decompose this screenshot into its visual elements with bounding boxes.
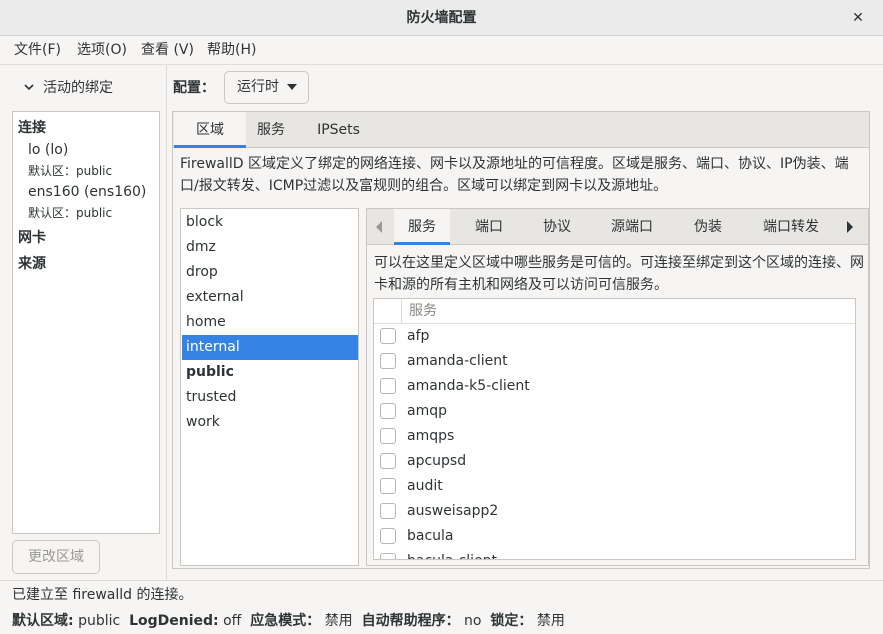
header-divider [401, 299, 402, 323]
service-column-header[interactable]: 服务 [409, 299, 437, 324]
tab-scroll-left-icon[interactable] [375, 221, 383, 233]
close-icon[interactable]: ✕ [846, 6, 870, 30]
tab-ipsets[interactable]: IPSets [306, 112, 371, 148]
tree-item-lo[interactable]: lo (lo) [28, 142, 68, 158]
default-zone-label: 默认区域: [12, 613, 74, 629]
zone-tab-port-forward[interactable]: 端口转发 [751, 209, 831, 245]
service-checkbox[interactable] [380, 453, 396, 469]
auto-helper-label: 自动帮助程序： [361, 613, 460, 629]
panic-mode-label: 应急模式： [250, 613, 321, 629]
tab-scroll-right-icon[interactable] [846, 221, 854, 233]
table-row: amqps [374, 424, 855, 449]
bindings-tree: 连接 lo (lo) 默认区：public ens160 (ens160) 默认… [12, 111, 160, 534]
service-name: amqp [407, 403, 447, 419]
tree-item-ens160-zone: 默认区：public [28, 206, 113, 220]
zone-item-work[interactable]: work [182, 410, 358, 435]
service-checkbox[interactable] [380, 503, 396, 519]
dropdown-arrow-icon [287, 84, 297, 90]
table-row: apcupsd [374, 449, 855, 474]
lockdown-label: 锁定： [490, 613, 533, 629]
service-name: amanda-client [407, 353, 508, 369]
services-table: 服务 afp amanda-client amanda-k5-client am… [373, 298, 856, 560]
zone-description: FirewallD 区域定义了绑定的网络连接、网卡以及源地址的可信程度。区域是服… [180, 156, 849, 194]
tab-services[interactable]: 服务 [246, 112, 296, 148]
change-zone-button[interactable]: 更改区域 [12, 540, 100, 574]
status-separator [0, 580, 883, 581]
service-checkbox[interactable] [380, 528, 396, 544]
service-name: amanda-k5-client [407, 378, 530, 394]
service-description: 可以在这里定义区域中哪些服务是可信的。可连接至绑定到这个区域的连接、网卡和源的所… [374, 255, 864, 293]
tree-connections-heading: 连接 [18, 120, 46, 136]
window-title: 防火墙配置 [406, 10, 477, 26]
zone-item-internal[interactable]: internal [182, 335, 358, 360]
chevron-down-icon [24, 84, 34, 91]
zone-tab-source-ports[interactable]: 源端口 [597, 209, 667, 245]
zone-item-trusted[interactable]: trusted [182, 385, 358, 410]
table-row: bacula [374, 524, 855, 549]
active-bindings-label: 活动的绑定 [43, 80, 113, 96]
config-dropdown[interactable]: 运行时 [224, 71, 309, 104]
pane-divider[interactable] [166, 65, 167, 580]
service-name: apcupsd [407, 453, 467, 469]
zone-item-dmz[interactable]: dmz [182, 235, 358, 260]
service-checkbox[interactable] [380, 403, 396, 419]
menu-view[interactable]: 查看 (V) [141, 36, 194, 65]
status-summary: 默认区域: public LogDenied: off 应急模式： 禁用 自动帮… [12, 610, 565, 632]
panic-mode-value: 禁用 [324, 613, 353, 629]
connection-status: 已建立至 firewalld 的连接。 [12, 587, 193, 603]
zone-item-block[interactable]: block [182, 210, 358, 235]
menu-help[interactable]: 帮助(H) [207, 36, 256, 65]
table-row: amqp [374, 399, 855, 424]
service-name: ausweisapp2 [407, 503, 499, 519]
service-name: audit [407, 478, 443, 494]
zone-item-drop[interactable]: drop [182, 260, 358, 285]
tree-sources-heading: 来源 [18, 256, 46, 272]
tree-item-ens160[interactable]: ens160 (ens160) [28, 184, 146, 200]
zone-list: block dmz drop external home internal pu… [180, 208, 359, 566]
active-bindings-header[interactable]: 活动的绑定 [12, 72, 162, 104]
zone-item-home[interactable]: home [182, 310, 358, 335]
table-row: amanda-k5-client [374, 374, 855, 399]
service-checkbox[interactable] [380, 328, 396, 344]
table-row: bacula-client [374, 549, 855, 559]
service-name: amqps [407, 428, 455, 444]
services-table-header: 服务 [374, 299, 855, 324]
menu-file[interactable]: 文件(F) [14, 36, 61, 65]
service-name: bacula [407, 528, 454, 544]
service-checkbox[interactable] [380, 553, 396, 559]
logdenied-label: LogDenied: [129, 613, 219, 629]
service-name: afp [407, 328, 430, 344]
zone-tab-services[interactable]: 服务 [394, 209, 450, 245]
tab-zones[interactable]: 区域 [174, 112, 246, 148]
tree-interfaces-heading: 网卡 [18, 230, 46, 246]
lockdown-value: 禁用 [536, 613, 565, 629]
service-checkbox[interactable] [380, 478, 396, 494]
zone-settings-tab-bar: 服务 端口 协议 源端口 伪装 端口转发 [367, 209, 868, 245]
service-checkbox[interactable] [380, 378, 396, 394]
config-label: 配置： [173, 80, 215, 96]
service-checkbox[interactable] [380, 353, 396, 369]
menu-options[interactable]: 选项(O) [77, 36, 127, 65]
zone-item-public[interactable]: public [182, 360, 358, 385]
zone-tab-masquerade[interactable]: 伪装 [680, 209, 736, 245]
table-row: amanda-client [374, 349, 855, 374]
service-name: bacula-client [407, 549, 497, 559]
logdenied-value: off [223, 613, 242, 629]
table-row: audit [374, 474, 855, 499]
zone-tab-ports[interactable]: 端口 [461, 209, 517, 245]
menu-bar: 文件(F) 选项(O) 查看 (V) 帮助(H) [0, 36, 883, 65]
tree-item-lo-zone: 默认区：public [28, 164, 113, 178]
main-tab-bar: 区域 服务 IPSets [173, 112, 869, 148]
zone-tab-protocols[interactable]: 协议 [529, 209, 585, 245]
default-zone-value: public [78, 613, 121, 629]
table-row: ausweisapp2 [374, 499, 855, 524]
table-row: afp [374, 324, 855, 349]
zone-item-external[interactable]: external [182, 285, 358, 310]
config-dropdown-value: 运行时 [237, 79, 279, 95]
auto-helper-value: no [464, 613, 482, 629]
service-checkbox[interactable] [380, 428, 396, 444]
